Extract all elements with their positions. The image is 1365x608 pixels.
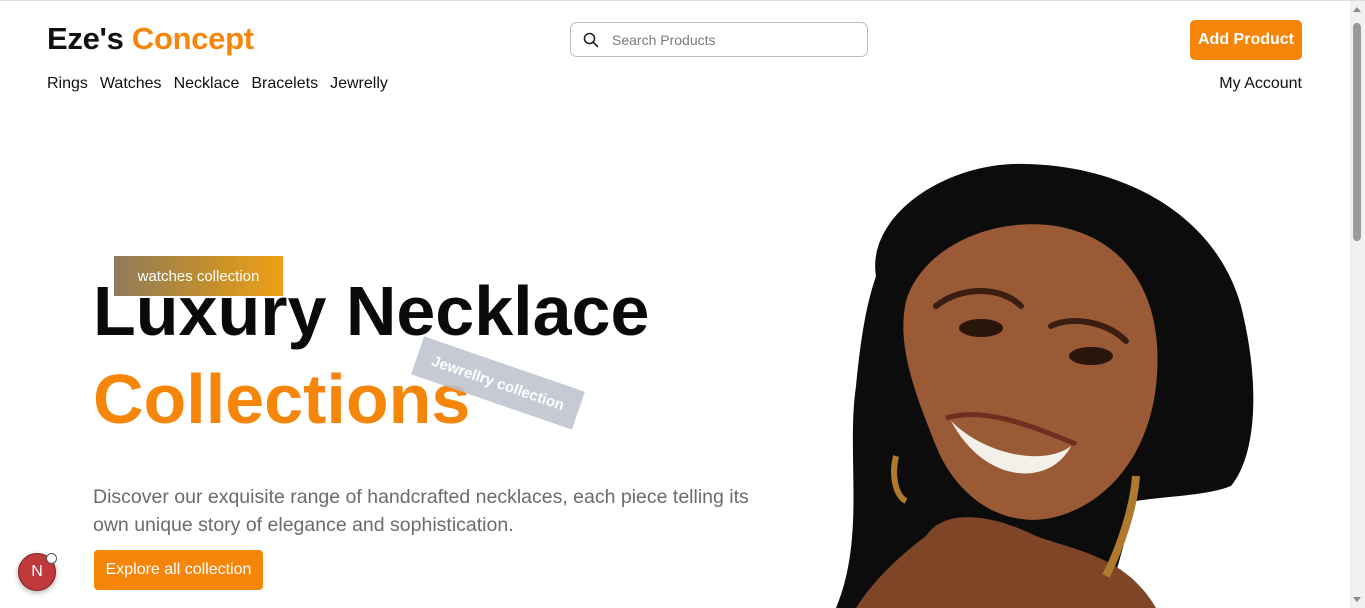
nav-item-jewelry[interactable]: Jewrelly: [330, 75, 388, 93]
nav-item-watches[interactable]: Watches: [100, 75, 162, 93]
category-nav: Rings Watches Necklace Bracelets Jewrell…: [47, 75, 388, 93]
scroll-thumb[interactable]: [1353, 23, 1361, 241]
logo-accent: Concept: [131, 21, 254, 56]
hero-portrait-image: [836, 163, 1254, 608]
search-input[interactable]: [610, 30, 844, 49]
my-account-link[interactable]: My Account: [1219, 75, 1302, 93]
scroll-up-icon[interactable]: [1353, 7, 1361, 12]
dev-tools-badge[interactable]: N: [18, 553, 57, 591]
watches-collection-tag: watches collection: [114, 256, 283, 296]
search-icon: [583, 32, 599, 47]
dev-badge-letter: N: [31, 563, 43, 580]
explore-collection-button[interactable]: Explore all collection: [94, 550, 263, 590]
nav-item-necklace[interactable]: Necklace: [174, 75, 240, 93]
nav-item-rings[interactable]: Rings: [47, 75, 88, 93]
badge-indicator-dot: [46, 553, 57, 564]
search-bar[interactable]: [570, 22, 868, 57]
add-product-button[interactable]: Add Product: [1190, 20, 1302, 60]
logo[interactable]: Eze's Concept: [47, 21, 254, 57]
nav-item-bracelets[interactable]: Bracelets: [251, 75, 318, 93]
scroll-down-icon[interactable]: [1353, 597, 1361, 602]
hero-description: Discover our exquisite range of handcraf…: [93, 485, 749, 536]
vertical-scrollbar[interactable]: [1350, 1, 1365, 608]
logo-main: Eze's: [47, 21, 124, 56]
